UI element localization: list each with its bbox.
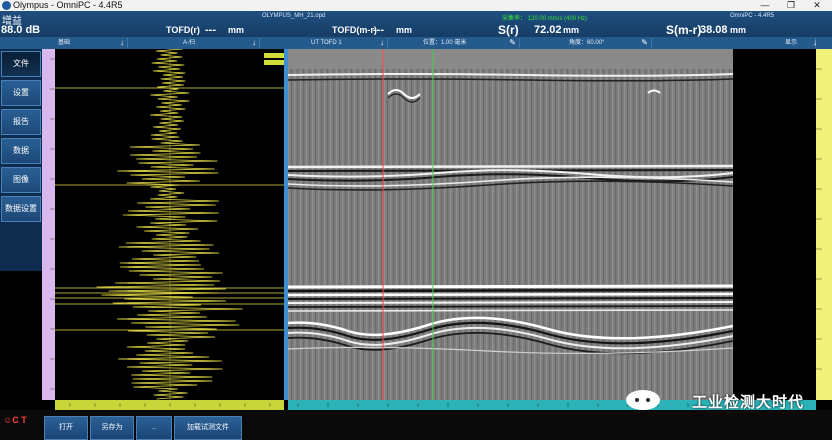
open-button[interactable]: 打开 bbox=[44, 416, 88, 440]
bscan-empty-area bbox=[733, 49, 816, 400]
readings-header: 增益 88.0 dB OLYMPUS_MH_21.opd 采集率： 120.00… bbox=[0, 11, 832, 37]
save-as-button[interactable]: 另存为 bbox=[90, 416, 134, 440]
close-icon[interactable]: ✕ bbox=[806, 0, 828, 11]
wechat-icon bbox=[626, 390, 660, 410]
ascan-depth-ruler bbox=[42, 49, 55, 400]
ascan-view-selector[interactable]: A-扫 ↓ bbox=[130, 38, 260, 48]
reading-tofd-r-label: TOFD(r) bbox=[166, 25, 200, 35]
group-selector-label: UT TOFD 1 bbox=[311, 40, 342, 46]
file-name: OLYMPUS_MH_21.opd bbox=[262, 13, 326, 19]
nav-item-file[interactable]: 文件 bbox=[1, 51, 41, 77]
reading-s-r-label: S(r) bbox=[498, 23, 519, 37]
download-icon: ↓ bbox=[813, 38, 817, 47]
ascan-view-label: A-扫 bbox=[183, 40, 196, 46]
reading-tofd-r-value: --- bbox=[205, 24, 216, 36]
reading-s-mr-unit: mm bbox=[730, 25, 747, 35]
bscan-right-ruler-ticks bbox=[816, 68, 822, 370]
watermark-text: 工业检测大时代 bbox=[691, 394, 804, 411]
bscan-image bbox=[288, 49, 733, 400]
nav-item-image[interactable]: 图像 bbox=[1, 167, 41, 193]
nav-item-report[interactable]: 报告 bbox=[1, 109, 41, 135]
download-icon: ↓ bbox=[380, 38, 384, 47]
display-selector-label: 显示 bbox=[785, 40, 798, 46]
app-version: OmniPC - 4.4R5 bbox=[730, 13, 775, 19]
nav-item-data[interactable]: 数据 bbox=[1, 138, 41, 164]
reading-tofd-mr-label: TOFD(m-r) bbox=[332, 25, 377, 35]
reading-s-r-value: 72.02 bbox=[534, 24, 562, 36]
reading-s-r-unit: mm bbox=[563, 25, 580, 35]
ascan-waveform bbox=[55, 48, 284, 400]
load-test-file-button[interactable]: 加载试测文件 bbox=[174, 416, 242, 440]
angle-label: 角度：60.00° bbox=[569, 40, 605, 46]
nav-item-settings[interactable]: 设置 bbox=[1, 80, 41, 106]
status-indicator-icons: ☺C T bbox=[3, 415, 27, 425]
maximize-icon[interactable]: ❐ bbox=[780, 0, 802, 11]
reading-tofd-mr-value: --- bbox=[373, 24, 384, 36]
ascan-depth-ruler-ticks bbox=[50, 58, 55, 390]
angle-field[interactable]: 角度：60.00° ✎ bbox=[522, 38, 652, 48]
group-selector[interactable]: UT TOFD 1 ↓ bbox=[288, 38, 388, 48]
scan-rate-status: 采集率： 120.00 mm/s (400 Hz) bbox=[502, 16, 588, 22]
bscan-panel[interactable] bbox=[288, 49, 733, 400]
ascan-amplitude-ruler bbox=[55, 400, 284, 410]
nav-item-data-settings[interactable]: 数据设置 bbox=[1, 196, 41, 222]
bscan-right-ruler bbox=[816, 49, 832, 400]
display-selector[interactable]: 显示 ↓ bbox=[654, 38, 817, 48]
reading-tofd-mr-unit: mm bbox=[396, 25, 413, 35]
reading-s-mr-value: 38.08 bbox=[700, 24, 728, 36]
gain-value[interactable]: 88.0 dB bbox=[1, 24, 40, 36]
position-field[interactable]: 位置：1.00 毫米 ✎ bbox=[390, 38, 520, 48]
reading-s-mr-label: S(m-r) bbox=[666, 23, 702, 37]
minimize-icon[interactable]: — bbox=[754, 0, 776, 11]
more-button[interactable]: .. bbox=[136, 416, 172, 440]
edit-icon: ✎ bbox=[509, 38, 516, 47]
ascan-panel[interactable] bbox=[55, 48, 284, 400]
app-logo-icon bbox=[2, 1, 11, 10]
download-icon: ↓ bbox=[252, 38, 256, 47]
reading-tofd-r-unit: mm bbox=[228, 25, 245, 35]
download-icon: ↓ bbox=[120, 38, 124, 47]
side-navigation: 文件 设置 报告 数据 图像 数据设置 bbox=[0, 49, 42, 271]
bottom-action-bar: 打开 另存为 .. 加载试测文件 bbox=[0, 410, 832, 440]
layout-selector[interactable]: 基础 ↓ bbox=[55, 38, 128, 48]
layout-selector-label: 基础 bbox=[58, 40, 71, 46]
view-toolbar: 基础 ↓ A-扫 ↓ UT TOFD 1 ↓ 位置：1.00 毫米 ✎ 角度：6… bbox=[0, 37, 832, 49]
window-title-bar: Olympus - OmniPC - 4.4R5 — ❐ ✕ bbox=[0, 0, 832, 11]
position-label: 位置：1.00 毫米 bbox=[423, 40, 467, 46]
edit-icon: ✎ bbox=[641, 38, 648, 47]
window-title: Olympus - OmniPC - 4.4R5 bbox=[13, 0, 123, 10]
